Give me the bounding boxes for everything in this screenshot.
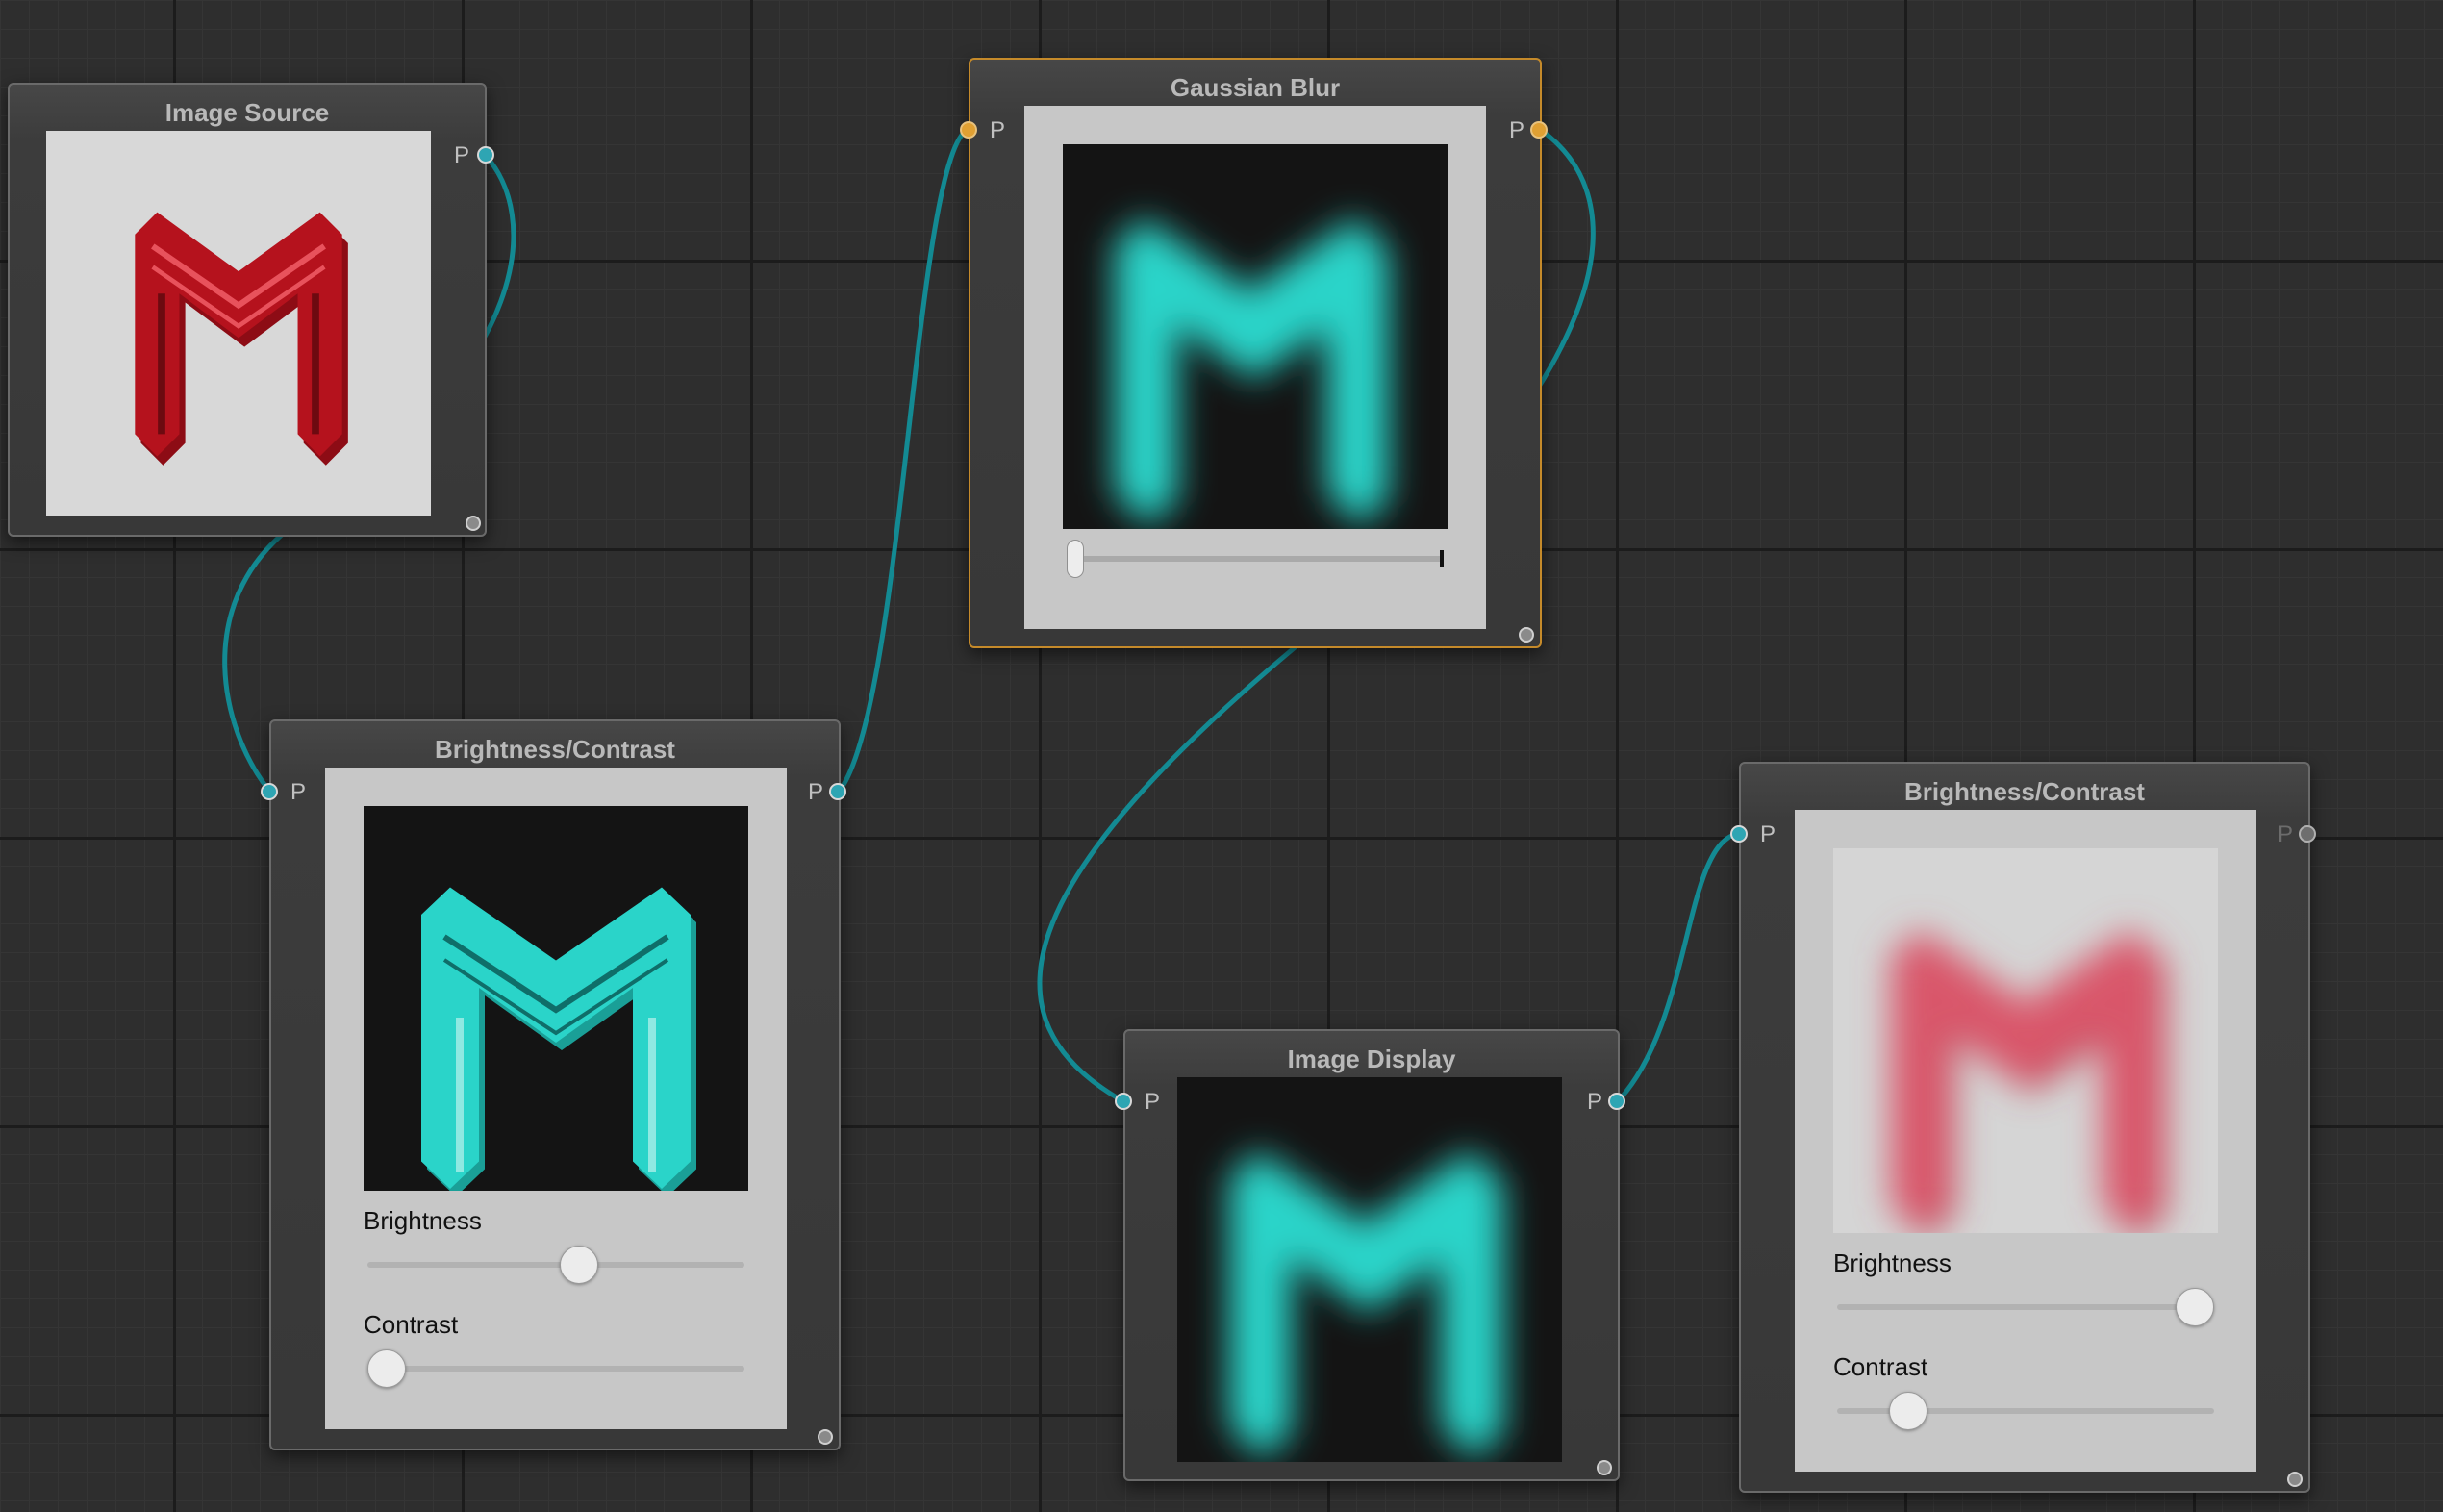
cyan-m-logo-icon bbox=[1115, 217, 1390, 527]
port-label-out: P bbox=[808, 779, 824, 805]
input-port[interactable] bbox=[261, 783, 278, 800]
cyan-m-logo-icon bbox=[1229, 1150, 1504, 1460]
input-port[interactable] bbox=[1730, 825, 1748, 843]
output-port[interactable] bbox=[477, 146, 494, 164]
wire-brightness-contrast-1-to-gaussian-blur[interactable] bbox=[837, 126, 970, 794]
brightness-label: Brightness bbox=[1833, 1248, 1952, 1277]
port-label-out: P bbox=[1587, 1089, 1603, 1115]
resize-handle[interactable] bbox=[818, 1429, 833, 1445]
node-title: Brightness/Contrast bbox=[435, 735, 675, 764]
output-port[interactable] bbox=[829, 783, 846, 800]
node-image-source[interactable]: Image Source P bbox=[8, 83, 494, 537]
resize-handle[interactable] bbox=[1597, 1460, 1612, 1475]
brightness-slider-thumb[interactable] bbox=[2176, 1288, 2214, 1326]
node-title: Brightness/Contrast bbox=[1904, 777, 2145, 806]
contrast-label: Contrast bbox=[1833, 1352, 1928, 1381]
image-preview bbox=[46, 131, 431, 516]
port-label-in: P bbox=[990, 117, 1006, 143]
output-port[interactable] bbox=[1530, 121, 1548, 139]
node-title: Image Source bbox=[164, 98, 330, 127]
blur-slider-end-tick bbox=[1440, 550, 1444, 567]
image-preview bbox=[1177, 1077, 1562, 1462]
input-port[interactable] bbox=[1115, 1093, 1132, 1110]
port-label-out: P bbox=[2278, 821, 2294, 847]
pink-m-logo-icon bbox=[1891, 929, 2166, 1233]
port-label-out: P bbox=[454, 142, 470, 168]
output-port[interactable] bbox=[2299, 825, 2316, 843]
port-label-in: P bbox=[1145, 1089, 1161, 1115]
contrast-slider-thumb[interactable] bbox=[1889, 1392, 1927, 1430]
image-preview bbox=[1833, 848, 2218, 1233]
input-port[interactable] bbox=[960, 121, 977, 139]
brightness-slider-track[interactable] bbox=[367, 1262, 744, 1268]
port-label-in: P bbox=[1760, 821, 1776, 847]
blur-slider-thumb[interactable] bbox=[1067, 540, 1084, 578]
resize-handle[interactable] bbox=[466, 516, 481, 531]
control-panel bbox=[1024, 106, 1486, 629]
cyan-m-logo-icon bbox=[421, 887, 696, 1191]
control-panel: Brightness Contrast bbox=[325, 768, 787, 1429]
node-title: Image Display bbox=[1287, 1045, 1456, 1073]
contrast-slider-thumb[interactable] bbox=[367, 1349, 406, 1388]
control-panel: Brightness Contrast bbox=[1795, 810, 2256, 1472]
brightness-slider-track[interactable] bbox=[1837, 1304, 2214, 1310]
resize-handle[interactable] bbox=[1519, 627, 1534, 643]
image-preview bbox=[1063, 144, 1448, 529]
wire-image-display-to-brightness-contrast-2[interactable] bbox=[1617, 831, 1738, 1102]
node-image-display[interactable]: Image Display P P bbox=[1115, 1029, 1625, 1481]
node-brightness-contrast-2[interactable]: Brightness/Contrast P P Brightness Contr… bbox=[1730, 762, 2316, 1493]
resize-handle[interactable] bbox=[2287, 1472, 2303, 1487]
blur-slider-track[interactable] bbox=[1067, 556, 1444, 562]
port-label-out: P bbox=[1509, 117, 1525, 143]
contrast-label: Contrast bbox=[364, 1310, 459, 1339]
image-preview bbox=[364, 806, 748, 1191]
node-brightness-contrast-1[interactable]: Brightness/Contrast P P Brightness Contr… bbox=[261, 719, 846, 1450]
contrast-slider-track[interactable] bbox=[367, 1366, 744, 1372]
red-m-logo-icon bbox=[135, 212, 348, 466]
node-gaussian-blur[interactable]: Gaussian Blur P P bbox=[960, 58, 1548, 648]
brightness-label: Brightness bbox=[364, 1206, 482, 1235]
brightness-slider-thumb[interactable] bbox=[560, 1246, 598, 1284]
output-port[interactable] bbox=[1608, 1093, 1625, 1110]
port-label-in: P bbox=[290, 779, 307, 805]
node-title: Gaussian Blur bbox=[1170, 73, 1341, 102]
